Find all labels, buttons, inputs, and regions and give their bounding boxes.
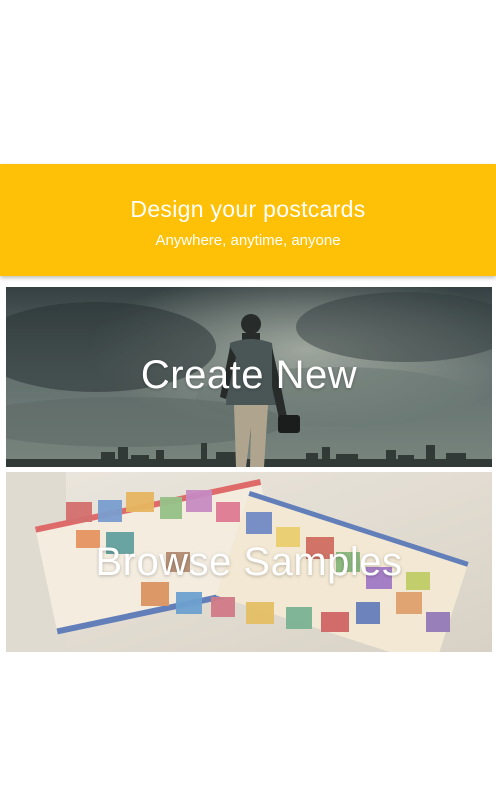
browse-samples-label: Browse Samples bbox=[95, 540, 403, 584]
header-banner: Design your postcards Anywhere, anytime,… bbox=[0, 164, 496, 276]
header-subtitle: Anywhere, anytime, anyone bbox=[155, 232, 341, 249]
header-title: Design your postcards bbox=[130, 196, 366, 222]
create-new-label: Create New bbox=[140, 353, 358, 397]
browse-samples-button[interactable]: Browse Samples bbox=[6, 472, 492, 652]
create-new-button[interactable]: Create New bbox=[6, 287, 492, 467]
